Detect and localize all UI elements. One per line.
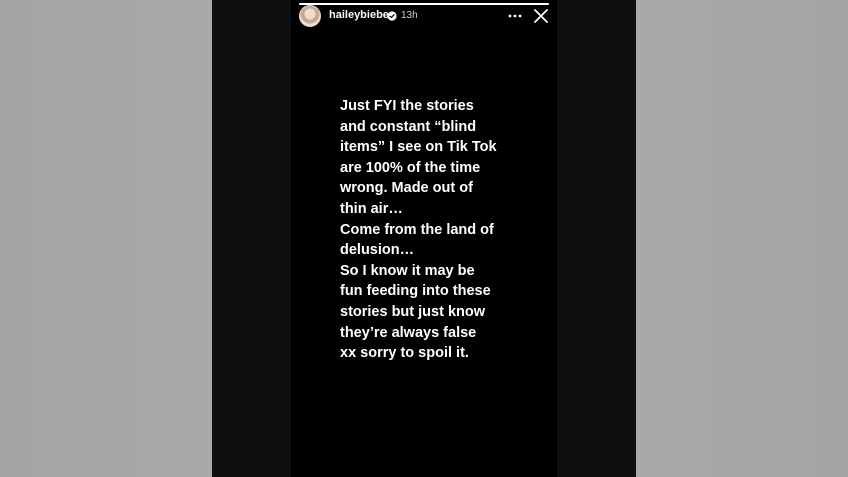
- story-text-line: stories but just know: [340, 303, 486, 320]
- story-text-line: Just FYI the stories: [340, 98, 474, 114]
- story-text-line: fun feeding into these: [340, 283, 491, 300]
- verified-badge-icon: [387, 11, 397, 21]
- story-text-line: wrong. Made out of: [340, 180, 473, 197]
- more-horizontal-icon[interactable]: [507, 12, 523, 20]
- story-text-line: and constant “blind: [340, 118, 477, 135]
- avatar[interactable]: [299, 5, 321, 27]
- story-card[interactable]: haileybieber 13h Just FYI the stories an…: [291, 0, 557, 477]
- close-icon[interactable]: [534, 9, 548, 23]
- right-backdrop: [636, 0, 848, 477]
- story-text-line: Come from the land of: [340, 221, 494, 238]
- story-text-line: delusion…: [340, 242, 415, 259]
- story-text-line: So I know it may be: [340, 262, 475, 279]
- story-text-line: items” I see on Tik Tok: [340, 139, 497, 156]
- story-text-line: thin air…: [340, 200, 403, 217]
- story-header: haileybieber 13h: [291, 4, 557, 28]
- username[interactable]: haileybieber: [329, 9, 393, 21]
- story-text-line: are 100% of the time: [340, 159, 481, 176]
- left-backdrop: [0, 0, 212, 477]
- story-timestamp: 13h: [401, 10, 418, 21]
- story-text-line: they’re always false: [340, 324, 477, 341]
- story-text: Just FYI the stories and constant “blind…: [340, 96, 530, 364]
- story-text-line: xx sorry to spoil it.: [340, 345, 469, 362]
